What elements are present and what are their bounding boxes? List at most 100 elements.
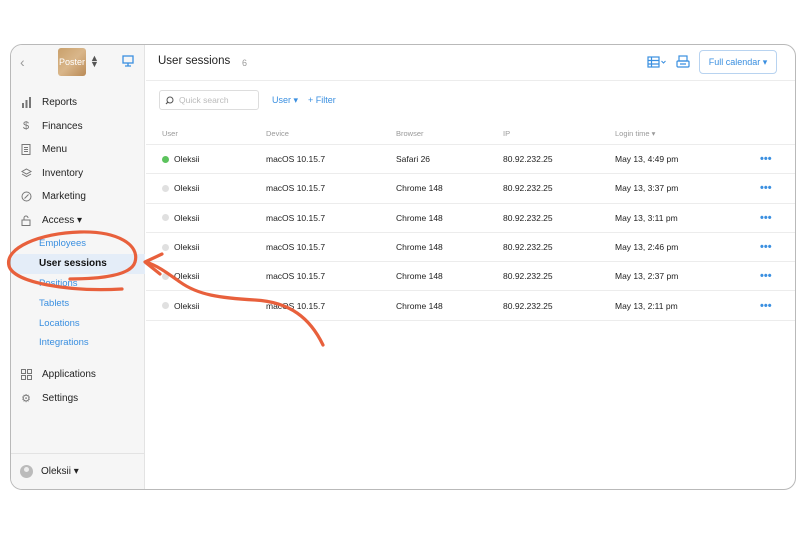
monitor-icon[interactable] [121,54,135,68]
bar-chart-icon [20,97,32,109]
location-switch-icon[interactable]: ▲ ▼ [90,54,99,69]
device-cell: macOS 10.15.7 [266,271,326,282]
table-header: User Device Browser IP Login time ▾ [146,123,795,145]
sidebar-item-marketing[interactable]: Marketing [11,185,145,209]
ip-cell: 80.92.232.25 [503,242,553,253]
login-time-cell: May 13, 4:49 pm [615,154,679,165]
ip-cell: 80.92.232.25 [503,300,553,311]
gear-icon: ⚙ [21,392,31,405]
user-name: Oleksii [174,242,200,253]
subnav-item-tablets[interactable]: Tablets [11,293,145,313]
table-row[interactable]: Oleksii macOS 10.15.7 Chrome 148 80.92.2… [146,233,795,263]
offline-status-dot [162,302,169,310]
offline-status-dot [162,214,169,222]
browser-cell: Chrome 148 [396,212,443,223]
column-header-ip[interactable]: IP [503,123,510,144]
sidebar: ‹ Poster ▲ ▼ Reports $ Finances Menu Inv… [11,45,145,489]
offline-status-dot [162,272,169,280]
device-cell: macOS 10.15.7 [266,300,326,311]
subnav-item-user-sessions[interactable]: User sessions [11,253,145,274]
column-header-browser[interactable]: Browser [396,123,424,144]
login-time-cell: May 13, 2:11 pm [615,300,678,311]
user-cell: Oleksii [162,204,200,232]
device-cell: macOS 10.15.7 [266,212,326,223]
user-cell: Oleksii [162,174,200,202]
more-options-icon[interactable]: ••• [760,233,772,261]
access-subnav: Employees User sessions Positions Tablet… [11,234,145,353]
app-window: ‹ Poster ▲ ▼ Reports $ Finances Menu Inv… [10,44,796,490]
logo[interactable]: Poster [58,48,86,76]
online-status-dot [162,155,169,163]
add-filter-button[interactable]: + Filter [308,95,336,105]
user-name: Oleksii ▾ [41,466,79,477]
grid-icon [20,369,32,381]
device-cell: macOS 10.15.7 [266,242,326,253]
sidebar-header: ‹ Poster ▲ ▼ [11,45,144,81]
more-options-icon[interactable]: ••• [760,145,772,173]
column-header-device[interactable]: Device [266,123,289,144]
search-box[interactable] [159,90,259,110]
ip-cell: 80.92.232.25 [503,154,553,165]
sidebar-item-reports[interactable]: Reports [11,91,145,115]
back-icon[interactable]: ‹ [20,54,36,70]
sidebar-nav: Reports $ Finances Menu Inventory Market… [11,91,145,410]
search-input[interactable] [179,95,254,105]
table-row[interactable]: Oleksii macOS 10.15.7 Chrome 148 80.92.2… [146,204,795,233]
lock-icon [20,214,32,226]
sidebar-item-label: Marketing [42,191,86,203]
user-name: Oleksii [174,271,200,282]
offline-status-dot [162,243,169,251]
column-header-user[interactable]: User [162,123,178,144]
sidebar-item-applications[interactable]: Applications [11,363,145,387]
dollar-icon: $ [22,120,30,133]
sidebar-item-inventory[interactable]: Inventory [11,162,145,186]
login-time-cell: May 13, 3:11 pm [615,212,678,223]
full-calendar-button[interactable]: Full calendar ▾ [699,50,777,74]
table-view-icon[interactable] [647,54,667,70]
login-time-cell: May 13, 3:37 pm [615,183,679,194]
user-name: Oleksii [174,300,200,311]
more-options-icon[interactable]: ••• [760,204,772,232]
table-row[interactable]: Oleksii macOS 10.15.7 Chrome 148 80.92.2… [146,262,795,292]
device-cell: macOS 10.15.7 [266,183,326,194]
ip-cell: 80.92.232.25 [503,183,553,194]
browser-cell: Chrome 148 [396,271,443,282]
login-time-cell: May 13, 2:46 pm [615,242,679,253]
user-filter-dropdown[interactable]: User ▾ [272,95,298,106]
user-name: Oleksii [174,183,200,194]
subnav-item-integrations[interactable]: Integrations [11,333,145,353]
sidebar-item-label: Applications [42,369,96,381]
more-options-icon[interactable]: ••• [760,262,772,290]
user-name: Oleksii [174,212,200,223]
user-name: Oleksii [174,154,200,165]
subnav-item-locations[interactable]: Locations [11,313,145,333]
sidebar-item-finances[interactable]: $ Finances [11,115,145,139]
user-cell: Oleksii [162,233,200,261]
topbar: User sessions 6 Full calendar ▾ [146,45,795,81]
avatar [20,465,33,478]
user-cell: Oleksii [162,262,200,290]
page-title: User sessions [158,55,231,67]
sidebar-item-label: Access ▾ [42,214,83,226]
sidebar-item-menu[interactable]: Menu [11,138,145,162]
print-icon[interactable] [675,54,691,70]
offline-status-dot [162,184,169,192]
sidebar-item-label: Menu [42,144,68,156]
user-menu[interactable]: Oleksii ▾ [11,453,145,489]
table-row[interactable]: Oleksii macOS 10.15.7 Chrome 148 80.92.2… [146,291,795,321]
more-options-icon[interactable]: ••• [760,291,772,319]
sidebar-item-access[interactable]: Access ▾ [11,209,145,233]
table-row[interactable]: Oleksii macOS 10.15.7 Safari 26 80.92.23… [146,145,795,175]
percent-icon [20,191,32,203]
device-cell: macOS 10.15.7 [266,154,326,165]
search-icon [165,96,174,104]
subnav-item-positions[interactable]: Positions [11,274,145,294]
user-cell: Oleksii [162,291,200,319]
table-row[interactable]: Oleksii macOS 10.15.7 Chrome 148 80.92.2… [146,174,795,204]
column-header-login-time[interactable]: Login time ▾ [615,123,655,144]
subnav-item-employees[interactable]: Employees [11,234,145,254]
sidebar-item-settings[interactable]: ⚙ Settings [11,386,145,410]
more-options-icon[interactable]: ••• [760,174,772,202]
filter-bar: User ▾ + Filter [159,90,336,110]
